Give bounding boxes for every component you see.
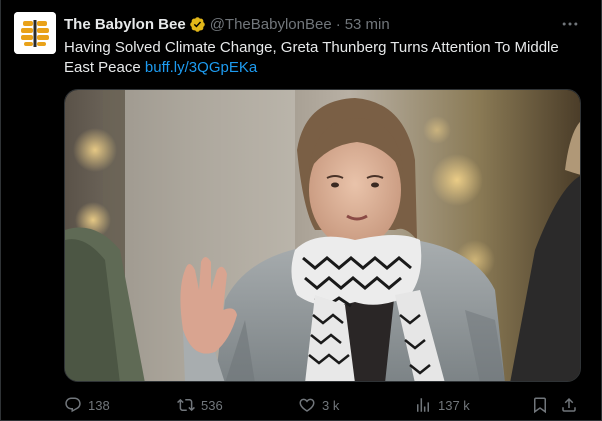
view-count: 137 k: [438, 397, 470, 413]
display-name[interactable]: The Babylon Bee: [64, 16, 186, 33]
avatar[interactable]: [14, 12, 56, 54]
reply-count: 138: [88, 397, 110, 413]
repost-button[interactable]: 536: [177, 394, 223, 416]
separator-dot: ·: [335, 15, 341, 33]
tweet-media-image[interactable]: [64, 89, 581, 382]
tweet-link[interactable]: buff.ly/3QGpEKa: [145, 59, 257, 76]
tweet-text: Having Solved Climate Change, Greta Thun…: [64, 38, 584, 78]
photo-person-in-scarf: [65, 90, 580, 381]
like-count: 3 k: [322, 397, 340, 413]
timestamp[interactable]: 53 min: [345, 16, 390, 33]
bookmark-icon: [534, 397, 546, 414]
views-button[interactable]: 137 k: [414, 394, 470, 416]
verified-badge-icon[interactable]: [189, 16, 206, 33]
share-button[interactable]: [560, 394, 578, 416]
bookmark-button[interactable]: [531, 394, 549, 416]
repost-icon: [177, 398, 195, 412]
tweet-header: The Babylon Bee @TheBabylonBee · 53 min: [64, 14, 390, 34]
action-bar: 138 536 3 k 137 k: [64, 394, 584, 416]
like-button[interactable]: 3 k: [298, 394, 339, 416]
repost-count: 536: [201, 397, 223, 413]
share-icon: [562, 397, 576, 412]
heart-icon: [299, 398, 315, 412]
reply-icon: [65, 397, 81, 413]
analytics-icon: [417, 398, 429, 412]
babylon-bee-logo-icon: [14, 12, 56, 54]
more-options-button[interactable]: [558, 12, 582, 36]
more-horizontal-icon: [562, 22, 578, 26]
user-handle[interactable]: @TheBabylonBee: [210, 16, 332, 33]
tweet-body: Having Solved Climate Change, Greta Thun…: [64, 39, 559, 76]
reply-button[interactable]: 138: [64, 394, 110, 416]
